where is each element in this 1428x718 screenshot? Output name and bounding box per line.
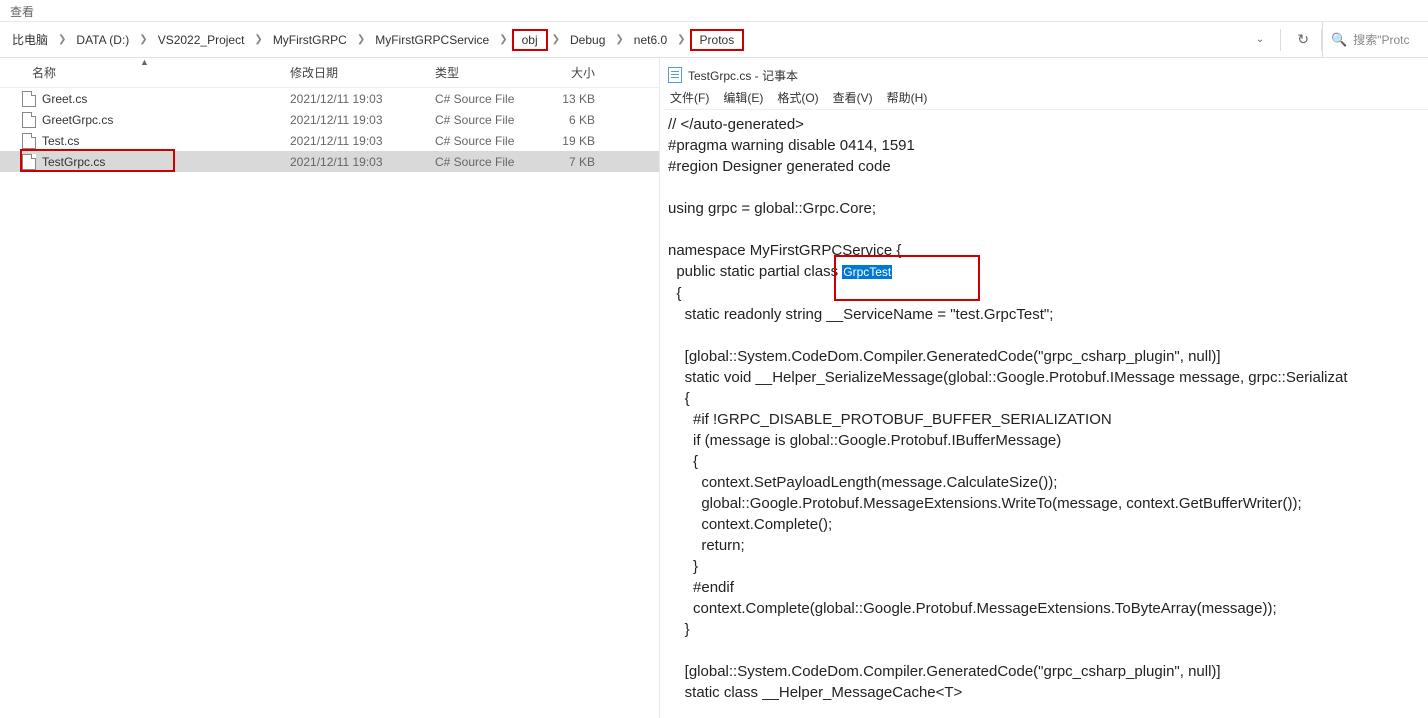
- file-icon: [22, 154, 36, 170]
- breadcrumb[interactable]: 比电脑❯DATA (D:)❯VS2022_Project❯MyFirstGRPC…: [6, 29, 1244, 51]
- file-list: Greet.cs2021/12/11 19:03C# Source File13…: [0, 88, 659, 718]
- search-icon: 🔍: [1331, 32, 1347, 48]
- chevron-right-icon: ❯: [58, 34, 66, 45]
- file-type: C# Source File: [425, 155, 545, 169]
- chevron-right-icon: ❯: [552, 34, 560, 45]
- address-controls: ⌄ ↻: [1244, 29, 1321, 51]
- notepad-icon: [668, 67, 682, 83]
- column-headers: ▲ 名称 修改日期 类型 大小: [0, 58, 659, 88]
- breadcrumb-item[interactable]: obj: [512, 29, 548, 51]
- file-name: Test.cs: [42, 134, 79, 148]
- file-date: 2021/12/11 19:03: [280, 113, 425, 127]
- sort-indicator-icon: ▲: [140, 57, 149, 67]
- menu-edit[interactable]: 编辑(E): [723, 89, 763, 106]
- file-size: 6 KB: [545, 113, 615, 127]
- menu-view[interactable]: 查看(V): [833, 89, 873, 106]
- notepad-titlebar: TestGrpc.cs - 记事本: [664, 64, 1428, 86]
- menu-format[interactable]: 格式(O): [777, 89, 818, 106]
- breadcrumb-item[interactable]: 比电脑: [6, 29, 54, 50]
- breadcrumb-item[interactable]: DATA (D:): [70, 31, 135, 49]
- search-input[interactable]: 🔍 搜索"Protc: [1322, 22, 1422, 57]
- chevron-right-icon: ❯: [254, 34, 262, 45]
- file-name: TestGrpc.cs: [42, 155, 105, 169]
- breadcrumb-item[interactable]: Debug: [564, 31, 611, 49]
- file-date: 2021/12/11 19:03: [280, 134, 425, 148]
- file-type: C# Source File: [425, 134, 545, 148]
- chevron-right-icon: ❯: [615, 34, 623, 45]
- file-row[interactable]: Test.cs 2021/12/11 19:03C# Source File19 …: [0, 130, 659, 151]
- file-date: 2021/12/11 19:03: [280, 92, 425, 106]
- file-row[interactable]: TestGrpc.cs 2021/12/11 19:03C# Source Fil…: [0, 151, 659, 172]
- notepad-title: TestGrpc.cs - 记事本: [688, 67, 798, 84]
- file-size: 19 KB: [545, 134, 615, 148]
- file-date: 2021/12/11 19:03: [280, 155, 425, 169]
- file-name: Greet.cs: [42, 92, 87, 106]
- breadcrumb-item[interactable]: Protos: [690, 29, 745, 51]
- file-icon: [22, 112, 36, 128]
- breadcrumb-item[interactable]: MyFirstGRPC: [267, 31, 353, 49]
- chevron-right-icon: ❯: [677, 34, 685, 45]
- menu-file[interactable]: 文件(F): [670, 89, 709, 106]
- column-header-size[interactable]: 大小: [545, 64, 615, 81]
- history-dropdown[interactable]: ⌄: [1250, 32, 1270, 47]
- notepad-text-area[interactable]: // </auto-generated> #pragma warning dis…: [664, 110, 1428, 707]
- main-area: ▲ 名称 修改日期 类型 大小 Greet.cs 2021/12/11 19:03…: [0, 58, 1428, 718]
- file-name: GreetGrpc.cs: [42, 113, 113, 127]
- chevron-right-icon: ❯: [499, 34, 507, 45]
- file-icon: [22, 133, 36, 149]
- chevron-right-icon: ❯: [357, 34, 365, 45]
- divider: [1280, 29, 1281, 51]
- chevron-right-icon: ❯: [139, 34, 147, 45]
- file-row[interactable]: Greet.cs 2021/12/11 19:03C# Source File13…: [0, 88, 659, 109]
- file-row[interactable]: GreetGrpc.cs 2021/12/11 19:03C# Source Fi…: [0, 109, 659, 130]
- selected-text: GrpcTest: [842, 265, 892, 279]
- breadcrumb-item[interactable]: MyFirstGRPCService: [369, 31, 495, 49]
- column-header-type[interactable]: 类型: [425, 64, 545, 81]
- file-type: C# Source File: [425, 113, 545, 127]
- breadcrumb-item[interactable]: net6.0: [628, 31, 673, 49]
- file-type: C# Source File: [425, 92, 545, 106]
- address-bar: 比电脑❯DATA (D:)❯VS2022_Project❯MyFirstGRPC…: [0, 22, 1428, 58]
- file-size: 7 KB: [545, 155, 615, 169]
- breadcrumb-item[interactable]: VS2022_Project: [152, 31, 251, 49]
- notepad-window: TestGrpc.cs - 记事本 文件(F) 编辑(E) 格式(O) 查看(V…: [660, 58, 1428, 718]
- column-header-date[interactable]: 修改日期: [280, 64, 425, 81]
- refresh-button[interactable]: ↻: [1291, 29, 1315, 50]
- notepad-menubar: 文件(F) 编辑(E) 格式(O) 查看(V) 帮助(H): [664, 86, 1428, 110]
- menu-help[interactable]: 帮助(H): [887, 89, 928, 106]
- file-size: 13 KB: [545, 92, 615, 106]
- file-icon: [22, 91, 36, 107]
- ribbon-tab-view[interactable]: 查看: [0, 0, 1428, 22]
- file-explorer-pane: ▲ 名称 修改日期 类型 大小 Greet.cs 2021/12/11 19:03…: [0, 58, 660, 718]
